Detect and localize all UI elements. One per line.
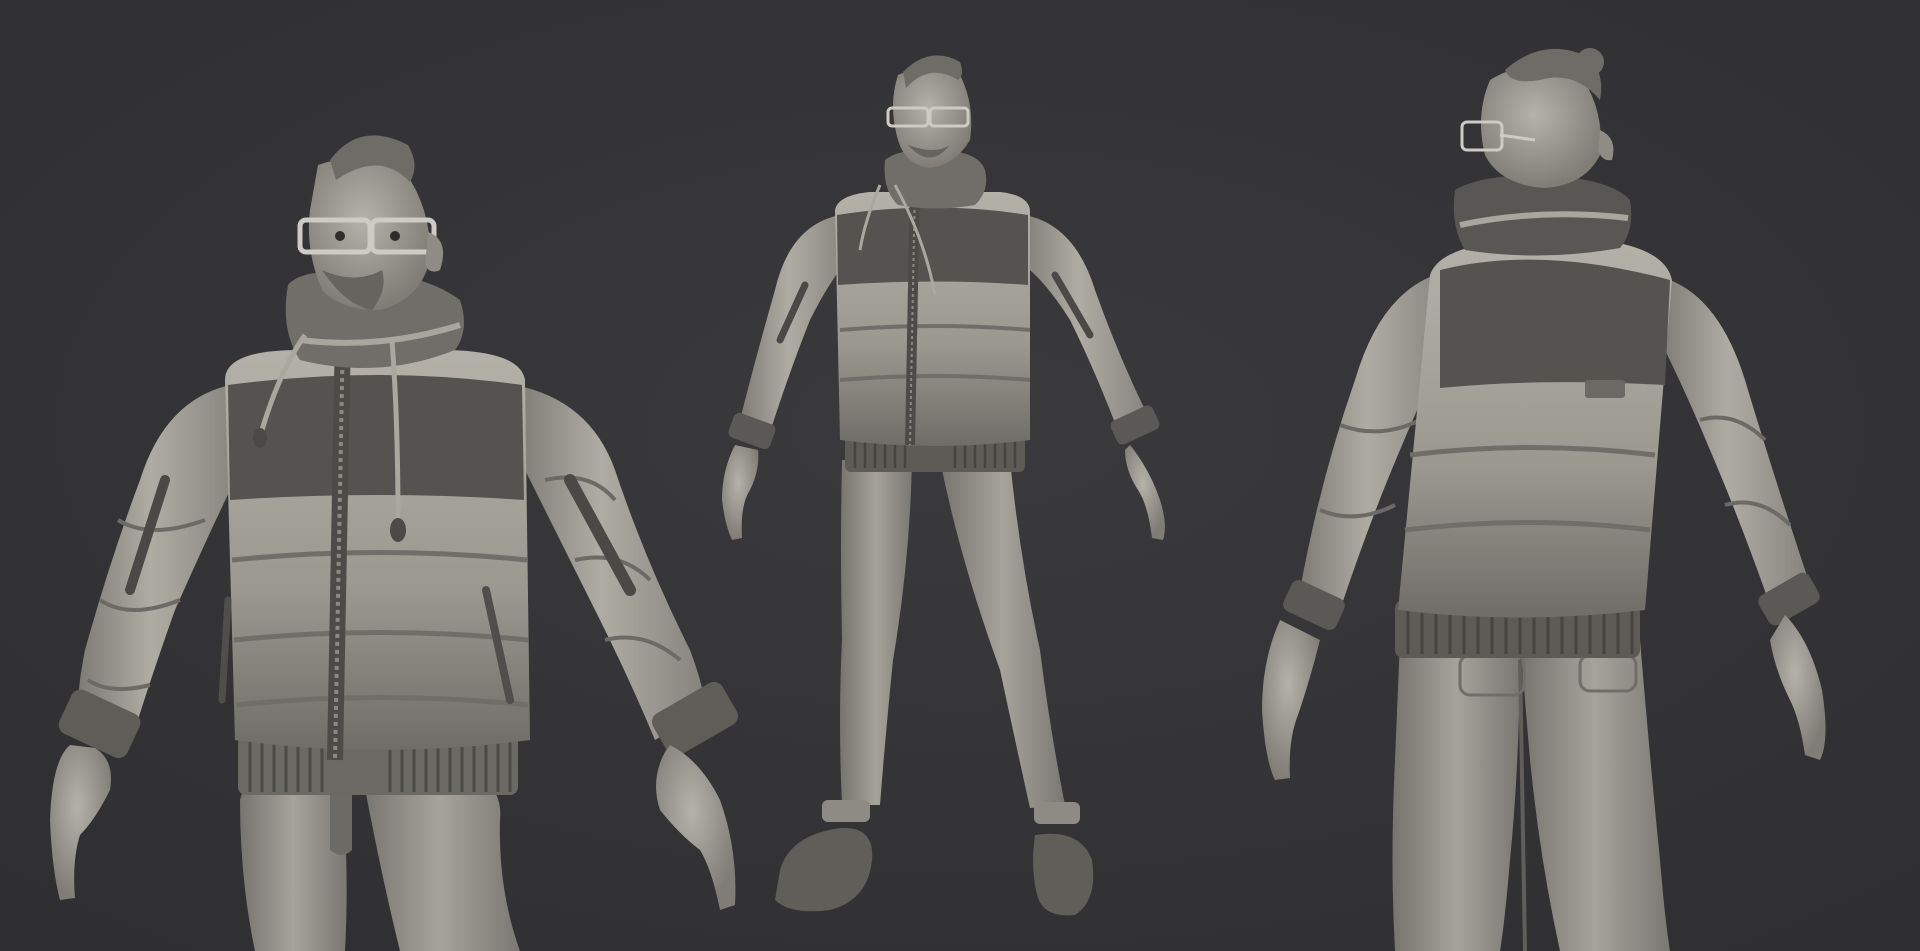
- sculpt-render-canvas: [0, 0, 1920, 951]
- back-left-leg: [1392, 640, 1520, 951]
- mid-jacket-yoke: [837, 207, 1028, 285]
- hair-bun: [1576, 48, 1604, 76]
- eye-right: [390, 231, 400, 241]
- back-jacket-yoke: [1440, 259, 1670, 388]
- back-label-tab: [1585, 380, 1625, 398]
- render-svg: [0, 0, 1920, 951]
- eye-left: [335, 231, 345, 241]
